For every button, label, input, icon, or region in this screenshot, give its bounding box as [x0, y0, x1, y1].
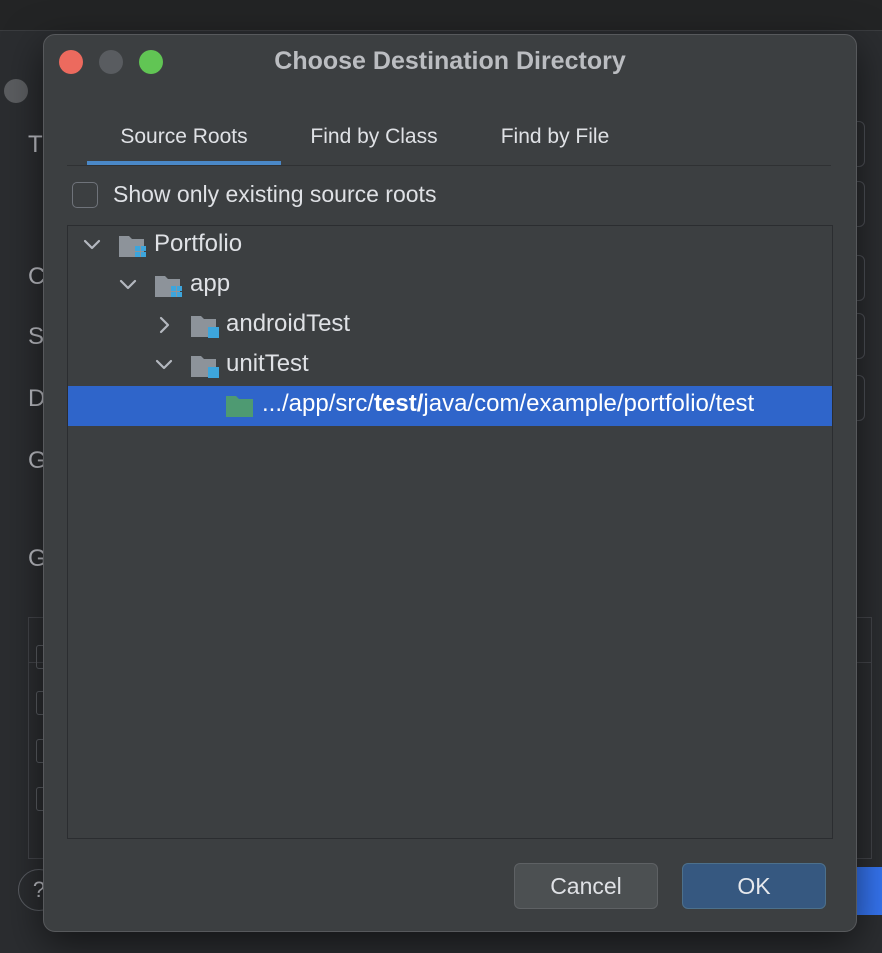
test-root-folder-icon — [190, 313, 222, 339]
path-highlight: test/ — [374, 390, 424, 417]
tree-row-app[interactable]: app — [68, 266, 832, 306]
tab-bar: Source Roots Find by Class Find by File — [67, 121, 831, 166]
path-suffix: java/com/example/portfolio/test — [423, 390, 755, 417]
tab-find-by-class[interactable]: Find by Class — [289, 121, 459, 165]
choose-destination-dialog: Choose Destination Directory Source Root… — [43, 34, 857, 932]
module-folder-icon — [118, 233, 150, 259]
title-bar: Choose Destination Directory — [44, 35, 856, 91]
background-label-s: S — [28, 323, 45, 350]
ok-button[interactable]: OK — [682, 863, 826, 909]
chevron-down-icon[interactable] — [118, 274, 138, 296]
tree-row-unittest[interactable]: unitTest — [68, 346, 832, 386]
chevron-down-icon[interactable] — [154, 354, 174, 376]
tree-row-portfolio[interactable]: Portfolio — [68, 226, 832, 266]
tree-label-unittest: unitTest — [226, 350, 309, 377]
tree-label-portfolio: Portfolio — [154, 230, 243, 257]
show-existing-roots-checkbox[interactable] — [72, 182, 98, 208]
tab-source-roots[interactable]: Source Roots — [87, 121, 281, 165]
background-window-light — [4, 79, 28, 103]
chevron-right-icon[interactable] — [154, 314, 174, 336]
tree-label-app: app — [190, 270, 231, 297]
test-source-folder-icon — [225, 393, 257, 419]
test-root-folder-icon — [190, 353, 222, 379]
module-folder-icon — [154, 273, 186, 299]
directory-tree[interactable]: Portfolio app androidTest unitTest .../a… — [67, 225, 833, 839]
tree-label-androidtest: androidTest — [226, 310, 351, 337]
tree-label-selected-path: .../app/src/test/java/com/example/portfo… — [262, 390, 754, 418]
show-existing-roots-label[interactable]: Show only existing source roots — [113, 181, 436, 208]
tab-find-by-file[interactable]: Find by File — [479, 121, 631, 165]
chevron-down-icon[interactable] — [82, 234, 102, 256]
dialog-title: Choose Destination Directory — [274, 47, 626, 75]
tree-row-selected-path[interactable]: .../app/src/test/java/com/example/portfo… — [68, 386, 832, 426]
path-prefix: .../app/src/ — [262, 390, 375, 417]
cancel-button[interactable]: Cancel — [514, 863, 658, 909]
tree-row-androidtest[interactable]: androidTest — [68, 306, 832, 346]
background-label-t: T — [28, 131, 43, 158]
